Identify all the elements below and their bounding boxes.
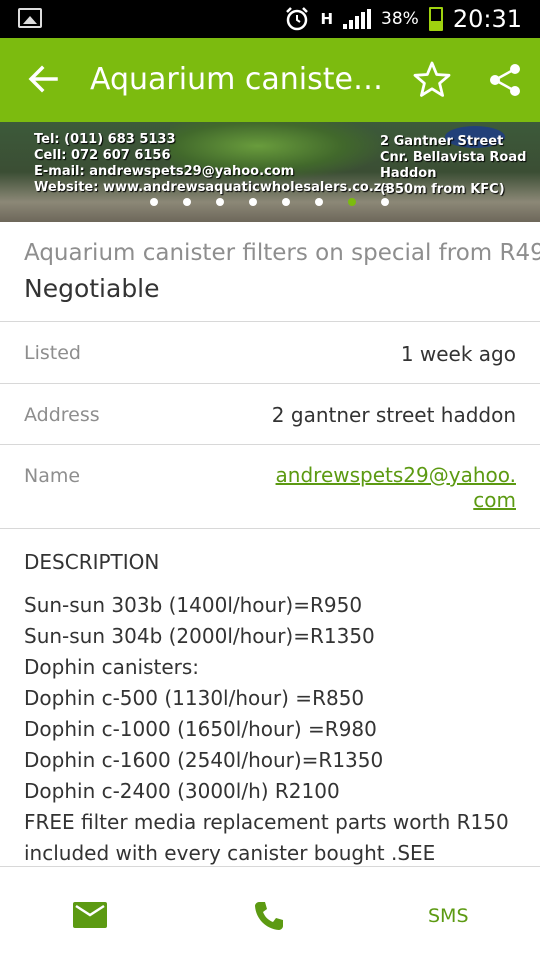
description-line: Sun-sun 304b (2000l/hour)=R1350 <box>24 624 375 648</box>
app-toolbar: Aquarium canister fi… <box>0 38 540 122</box>
mail-icon[interactable] <box>73 902 107 928</box>
phone-icon[interactable] <box>253 900 285 932</box>
description-line: FREE filter media replacement parts wort… <box>24 810 509 834</box>
battery-icon <box>428 7 443 31</box>
carousel-indicator <box>150 198 389 206</box>
carousel-dot[interactable] <box>315 198 323 206</box>
clock: 20:31 <box>452 5 522 33</box>
banner-address-line: Cnr. Bellavista Road <box>380 150 527 165</box>
carousel-dot[interactable] <box>216 198 224 206</box>
page-title: Aquarium canister fi… <box>90 62 395 97</box>
signal-icon <box>343 9 372 29</box>
detail-value: 1 week ago <box>400 342 516 366</box>
sms-button[interactable]: SMS <box>428 905 469 927</box>
detail-row-address: Address 2 gantner street haddon <box>0 384 540 445</box>
banner-address-line: 2 Gantner Street <box>380 134 504 149</box>
description-line: Dophin c-1600 (2540l/hour)=R1350 <box>24 748 384 772</box>
banner-contact-line: E-mail: andrewspets29@yahoo.com <box>34 164 295 179</box>
contact-action-bar: SMS <box>0 866 540 960</box>
battery-percent: 38% <box>381 9 419 29</box>
banner-contact-info: Tel: (011) 683 5133 Cell: 072 607 6156 E… <box>34 132 390 196</box>
listing-price: Negotiable <box>24 274 160 303</box>
carousel-dot[interactable] <box>282 198 290 206</box>
status-bar: H 38% 20:31 <box>0 0 540 38</box>
description-line: Dophin c-1000 (1650l/hour) =R980 <box>24 717 377 741</box>
banner-address-line: (350m from KFC) <box>380 182 505 197</box>
carousel-dot[interactable] <box>183 198 191 206</box>
description-line: Dophin c-2400 (3000l/h) R2100 <box>24 779 340 803</box>
carousel-dot[interactable] <box>249 198 257 206</box>
alarm-icon <box>286 7 309 31</box>
listing-header: Aquarium canister filters on special fro… <box>0 222 540 322</box>
detail-row-name: Name andrewspets29@yahoo.com <box>0 445 540 529</box>
carousel-dot[interactable] <box>381 198 389 206</box>
banner-contact-line: Cell: 072 607 6156 <box>34 148 171 163</box>
image-carousel[interactable]: Tel: (011) 683 5133 Cell: 072 607 6156 E… <box>0 122 540 222</box>
image-notification-icon <box>18 8 42 28</box>
status-icons: H 38% 20:31 <box>284 0 522 38</box>
description-line: Dophin canisters: <box>24 655 200 679</box>
listing-subtitle: Aquarium canister filters on special fro… <box>24 240 540 266</box>
banner-contact-line: Tel: (011) 683 5133 <box>34 132 176 147</box>
seller-email-link[interactable]: andrewspets29@yahoo.com <box>266 463 516 513</box>
detail-row-listed: Listed 1 week ago <box>0 322 540 384</box>
back-arrow-icon[interactable] <box>26 62 60 96</box>
description-line: Sun-sun 303b (1400l/hour)=R950 <box>24 593 363 617</box>
favorite-star-icon[interactable] <box>412 60 452 100</box>
banner-address-line: Haddon <box>380 166 437 181</box>
description-heading: DESCRIPTION <box>24 550 160 574</box>
banner-address: 2 Gantner Street Cnr. Bellavista Road Ha… <box>380 134 526 198</box>
detail-label: Listed <box>24 342 81 364</box>
banner-contact-line: Website: www.andrewsaquaticwholesalers.c… <box>34 180 391 195</box>
share-icon[interactable] <box>488 62 522 98</box>
description-body: Sun-sun 303b (1400l/hour)=R950 Sun-sun 3… <box>24 590 524 866</box>
network-type: H <box>320 10 334 28</box>
detail-label: Address <box>24 404 100 426</box>
description-line: Dophin c-500 (1130l/hour) =R850 <box>24 686 365 710</box>
detail-value: 2 gantner street haddon <box>271 403 516 427</box>
description-line: included with every canister bought .SEE… <box>24 841 436 865</box>
carousel-dot[interactable] <box>348 198 356 206</box>
detail-label: Name <box>24 465 81 487</box>
carousel-dot[interactable] <box>150 198 158 206</box>
